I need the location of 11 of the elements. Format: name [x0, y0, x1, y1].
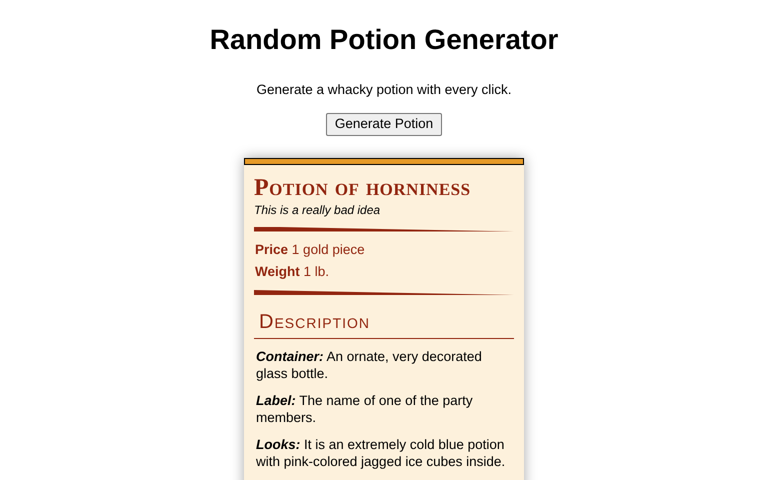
generate-button[interactable]: Generate Potion — [326, 113, 442, 136]
potion-tagline: This is a really bad idea — [254, 202, 382, 218]
description-paragraph: Looks: It is an extremely cold blue potion with pink-colored jagged ice cubes inside. — [256, 436, 506, 470]
property-line: Weight 1 lb. — [255, 262, 330, 281]
page-subtitle: Generate a whacky potion with every click. — [256, 81, 512, 99]
potion-name: Potion of horniness — [254, 174, 472, 200]
page-title: Random Potion Generator — [210, 23, 558, 57]
section-heading: Description — [258, 310, 372, 335]
description-paragraph: Label: The name of one of the party members. — [256, 392, 474, 426]
description-paragraph: Container: An ornate, very decorated glass bottle. — [256, 348, 483, 382]
property-line: Price 1 gold piece — [255, 240, 366, 259]
